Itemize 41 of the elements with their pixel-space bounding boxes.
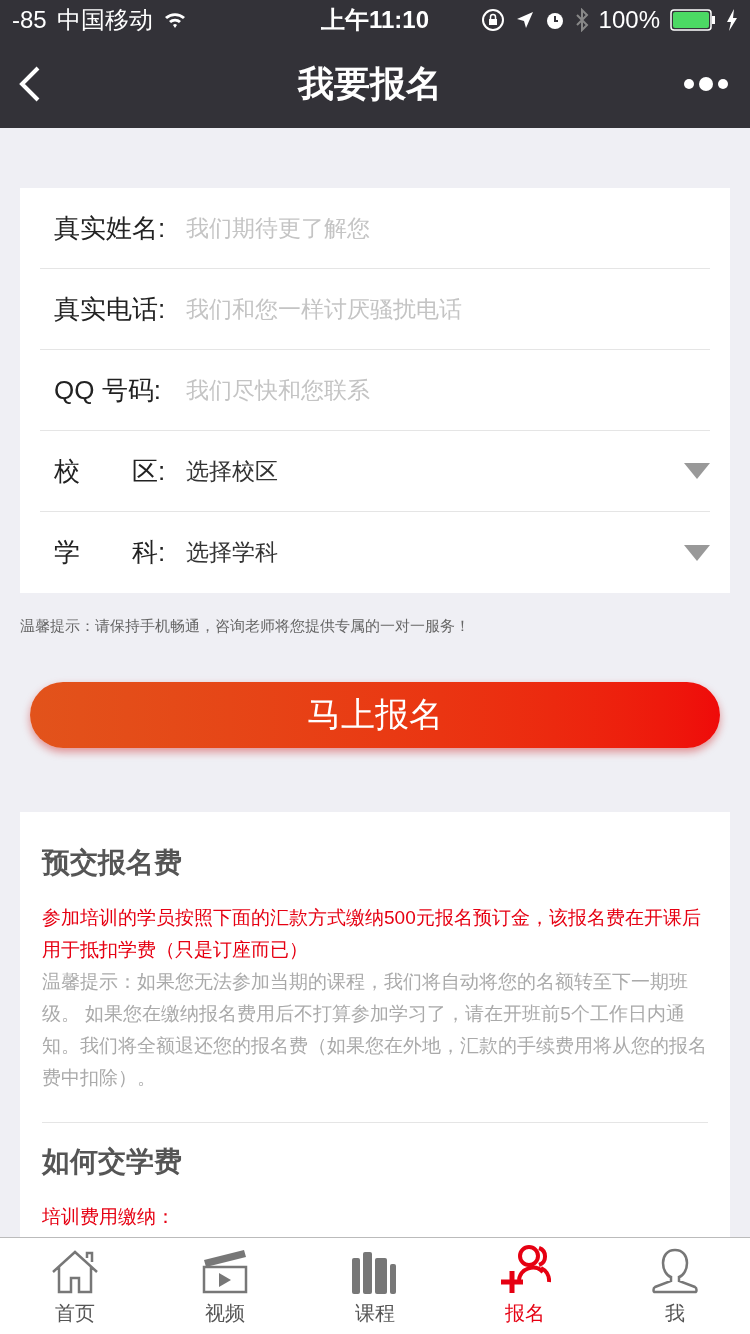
status-time: 上午11:10 xyxy=(320,5,430,35)
input-field[interactable]: 我们尽快和您联系 xyxy=(186,365,710,415)
tab-bar-item[interactable]: 报名 xyxy=(450,1238,600,1334)
tab-bar-item[interactable]: 我 xyxy=(600,1238,750,1334)
dropdown-field[interactable]: 选择学科 xyxy=(186,527,710,578)
section-title: 如何交学费 xyxy=(42,1144,183,1179)
hint-text: 温馨提示：请保持手机畅通，咨询老师将您提供专属的一对一服务！ xyxy=(19,616,471,636)
field-label: 校 区: xyxy=(53,454,167,488)
field-label: QQ 号码: xyxy=(53,373,162,407)
battery-icon xyxy=(670,9,716,31)
dropdown-arrow-icon xyxy=(684,544,710,561)
tab-bar-item[interactable]: 课程 xyxy=(300,1238,450,1334)
tab-bar-item[interactable]: 视频 xyxy=(150,1238,300,1334)
charging-icon xyxy=(726,9,738,31)
submit-button[interactable]: 马上报名 xyxy=(30,681,720,748)
books-icon xyxy=(352,1252,398,1294)
tab-bar-item[interactable]: 首页 xyxy=(0,1238,150,1334)
clapperboard-icon xyxy=(202,1248,248,1294)
field-label: 真实姓名: xyxy=(53,211,167,245)
user-icon xyxy=(651,1248,699,1294)
carrier-name: 中国移动 xyxy=(56,5,153,35)
dropdown-field[interactable]: 选择校区 xyxy=(186,446,710,496)
paragraph: 参加培训的学员按照下面的汇款方式缴纳500元报名预订金，该报名费在开课后用于抵扣学费（只是订座而已） xyxy=(42,905,702,962)
back-icon xyxy=(18,65,42,103)
house-icon xyxy=(51,1250,99,1294)
input-field[interactable]: 我们期待更了解您 xyxy=(186,203,710,253)
alarm-icon xyxy=(544,10,565,30)
dropdown-arrow-icon xyxy=(684,463,710,479)
section-title: 预交报名费 xyxy=(42,845,183,880)
more-icon xyxy=(683,74,731,94)
battery-percent: 100% xyxy=(598,5,660,35)
signal-strength: -85 xyxy=(12,5,47,35)
field-label: 学 科: xyxy=(53,536,167,569)
page-title: 我要报名 xyxy=(298,62,442,106)
input-field[interactable]: 我们和您一样讨厌骚扰电话 xyxy=(186,284,710,334)
paragraph: 培训费用缴纳： xyxy=(42,1204,176,1229)
field-label: 真实电话: xyxy=(53,292,167,326)
paragraph: 温馨提示：如果您无法参加当期的课程，我们将自动将您的名额转至下一期班级。 如果您在缴纳报名费用后不打算参加学习了，请在开班前5个工作日内通知。我们将全额退还您的报名费（如果您在外地，汇款的手续费用将从您的报名费中扣除）。 xyxy=(42,969,708,1090)
rotation-lock-icon xyxy=(480,8,505,32)
bluetooth-icon xyxy=(574,8,589,32)
add-user-icon xyxy=(499,1244,551,1294)
